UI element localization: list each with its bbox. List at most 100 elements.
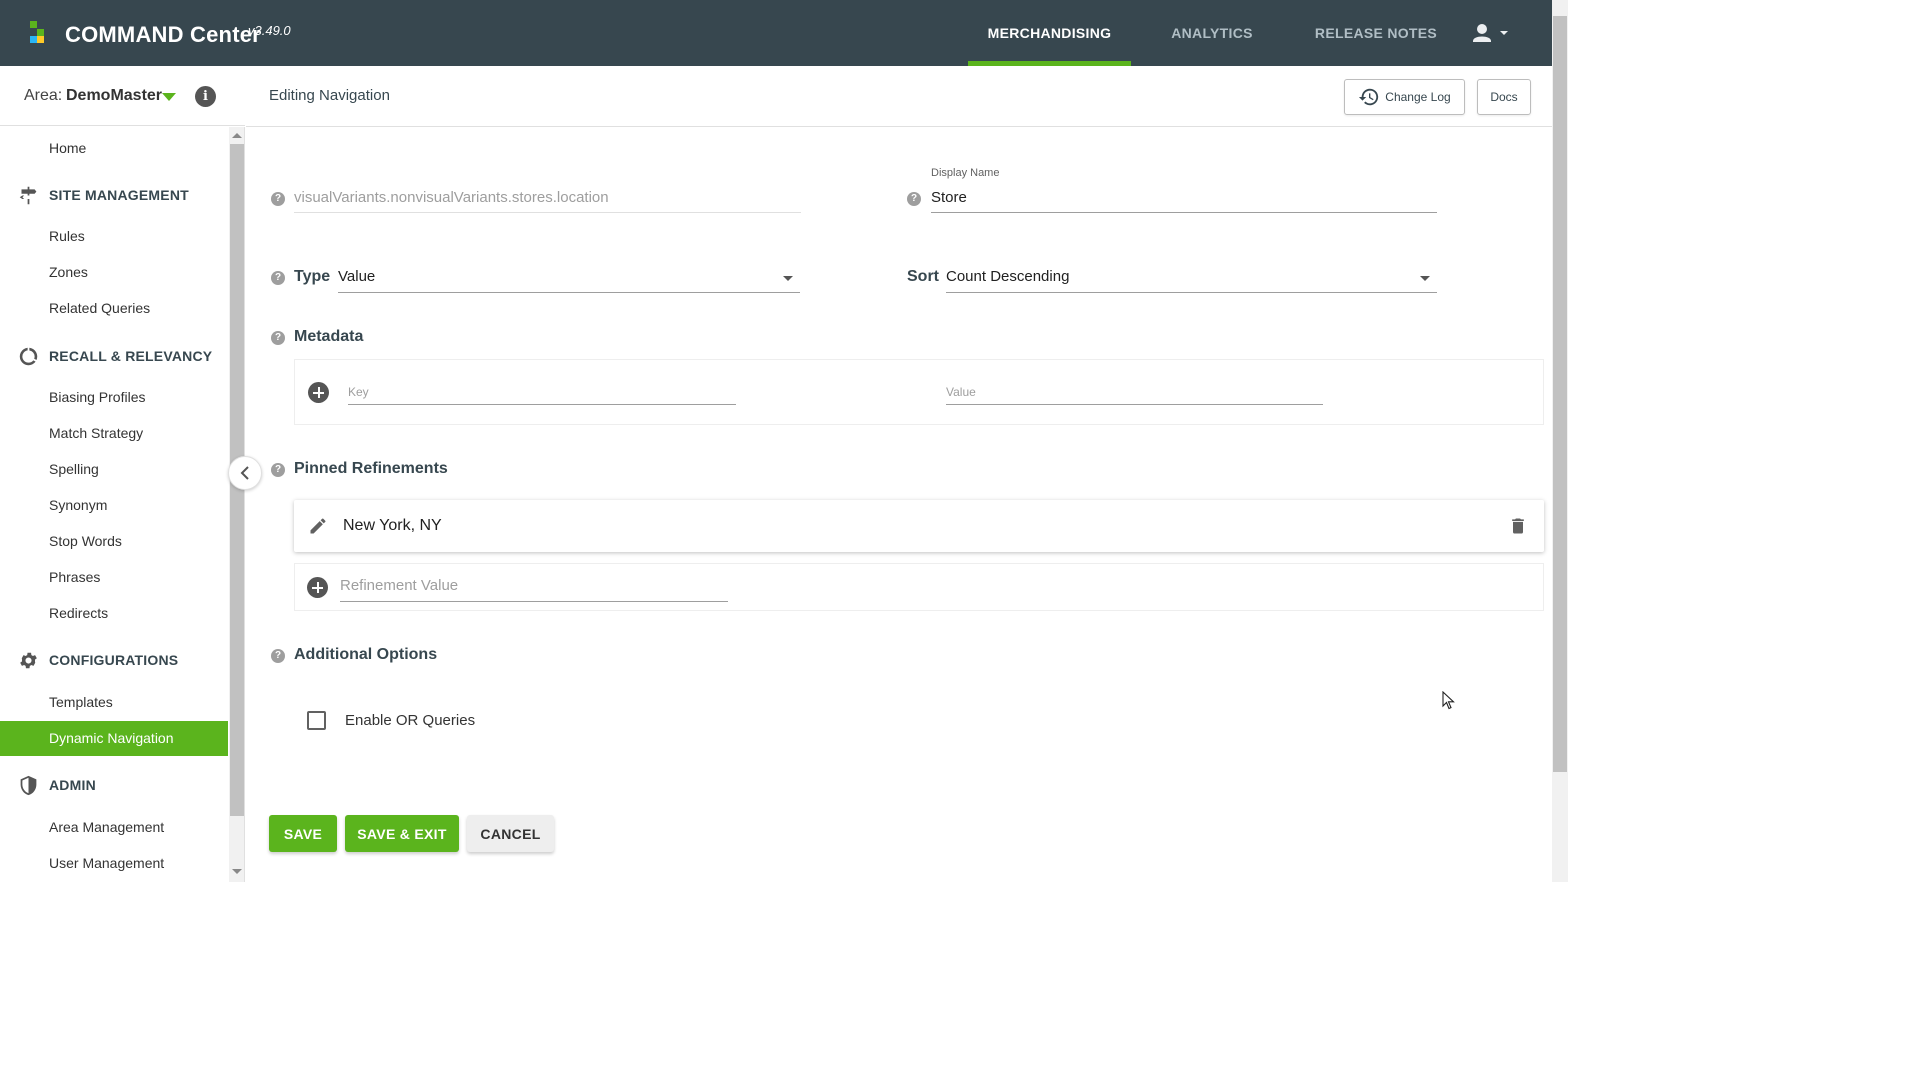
- sidebar-section-label: SITE MANAGEMENT: [49, 187, 189, 203]
- sidebar-item-redirects[interactable]: Redirects: [0, 596, 228, 631]
- metadata-value-underline: [946, 404, 1323, 405]
- change-log-label: Change Log: [1385, 90, 1451, 104]
- sort-underline: [946, 292, 1437, 293]
- docs-button[interactable]: Docs: [1477, 79, 1531, 115]
- nav-release-notes[interactable]: RELEASE NOTES: [1310, 0, 1442, 66]
- metadata-key-underline: [348, 404, 736, 405]
- enable-or-queries-checkbox[interactable]: [307, 711, 326, 730]
- dropdown-arrow-icon[interactable]: [1420, 276, 1430, 281]
- edit-icon[interactable]: [308, 516, 328, 536]
- enable-or-queries-label[interactable]: Enable OR Queries: [345, 712, 475, 729]
- gear-icon: [20, 652, 37, 669]
- sidebar-item-rules[interactable]: Rules: [0, 219, 228, 254]
- header-divider: [246, 126, 1552, 127]
- add-refinement-icon[interactable]: [307, 577, 328, 598]
- docs-label: Docs: [1490, 90, 1518, 104]
- help-icon[interactable]: ?: [907, 192, 921, 206]
- nav-analytics-label: ANALYTICS: [1171, 25, 1253, 41]
- sidebar: Home SITE MANAGEMENT Rules Zones Related…: [0, 127, 229, 882]
- save-button[interactable]: SAVE: [269, 815, 337, 852]
- area-label: Area:: [24, 87, 63, 104]
- metadata-key-input[interactable]: Key: [348, 385, 369, 399]
- help-icon[interactable]: ?: [271, 649, 285, 663]
- signpost-icon: [19, 186, 37, 205]
- page-scrollbar[interactable]: [1552, 0, 1568, 882]
- pinned-refinement-label: New York, NY: [343, 517, 442, 534]
- sidebar-item-match-strategy[interactable]: Match Strategy: [0, 416, 228, 451]
- user-icon: [1473, 24, 1508, 42]
- sidebar-item-user-management[interactable]: User Management: [0, 846, 228, 881]
- sidebar-item-stop-words[interactable]: Stop Words: [0, 524, 228, 559]
- app-version: v3.49.0: [248, 23, 291, 38]
- logo-icon: [28, 20, 48, 46]
- help-icon[interactable]: ?: [271, 463, 285, 477]
- page-scroll-thumb[interactable]: [1553, 16, 1567, 772]
- sidebar-item-area-management[interactable]: Area Management: [0, 810, 228, 845]
- sidebar-item-zones[interactable]: Zones: [0, 255, 228, 290]
- sidebar-item-phrases[interactable]: Phrases: [0, 560, 228, 595]
- type-underline: [338, 292, 800, 293]
- area-select[interactable]: DemoMaster: [66, 87, 162, 105]
- sidebar-section-label: CONFIGURATIONS: [49, 652, 179, 668]
- nav-active-indicator: [968, 61, 1131, 66]
- sidebar-item-biasing-profiles[interactable]: Biasing Profiles: [0, 380, 228, 415]
- caret-down-icon[interactable]: [162, 93, 176, 101]
- chevron-left-icon: [240, 466, 249, 480]
- nav-merchandising[interactable]: MERCHANDISING: [968, 0, 1131, 66]
- dropdown-arrow-icon[interactable]: [783, 276, 793, 281]
- add-refinement-card: Refinement Value: [294, 563, 1544, 611]
- page-title: Editing Navigation: [269, 87, 390, 104]
- field-name-input: visualVariants.nonvisualVariants.stores.…: [294, 189, 609, 206]
- nav-merchandising-label: MERCHANDISING: [987, 25, 1112, 41]
- additional-options-title: Additional Options: [294, 646, 438, 663]
- help-icon[interactable]: ?: [271, 271, 285, 285]
- sidebar-item-synonym[interactable]: Synonym: [0, 488, 228, 523]
- sort-select[interactable]: Count Descending: [946, 268, 1437, 290]
- pinned-refinements-title: Pinned Refinements: [294, 460, 448, 477]
- top-bar: COMMAND Center v3.49.0 MERCHANDISING ANA…: [0, 0, 1552, 66]
- sidebar-section-recall-relevancy: RECALL & RELEVANCY: [0, 341, 228, 371]
- scroll-up-icon[interactable]: [232, 133, 242, 138]
- save-exit-button[interactable]: SAVE & EXIT: [345, 815, 459, 852]
- pinned-refinement-item: New York, NY: [294, 500, 1544, 552]
- type-select[interactable]: Value: [338, 268, 800, 290]
- mouse-cursor-icon: [1442, 691, 1455, 710]
- sidebar-section-admin: ADMIN: [0, 770, 228, 800]
- user-menu[interactable]: [1470, 20, 1514, 46]
- scroll-down-icon[interactable]: [232, 869, 242, 874]
- display-name-label: Display Name: [931, 167, 1000, 179]
- sidebar-item-templates[interactable]: Templates: [0, 685, 228, 720]
- app-title: COMMAND Center: [65, 22, 261, 47]
- history-icon: [1359, 88, 1379, 106]
- sidebar-scrollbar[interactable]: [229, 127, 245, 882]
- display-name-input[interactable]: Store: [931, 189, 967, 206]
- chevron-down-icon: [1500, 31, 1508, 35]
- nav-analytics[interactable]: ANALYTICS: [1160, 0, 1264, 66]
- metadata-title: Metadata: [294, 328, 364, 345]
- refinement-value-input[interactable]: Refinement Value: [340, 577, 458, 594]
- collapse-sidebar-button[interactable]: [228, 456, 262, 490]
- sidebar-item-spelling[interactable]: Spelling: [0, 452, 228, 487]
- info-icon[interactable]: i: [195, 86, 216, 107]
- cancel-button[interactable]: CANCEL: [467, 815, 554, 852]
- display-name-underline: [931, 212, 1437, 213]
- nav-release-notes-label: RELEASE NOTES: [1314, 25, 1438, 41]
- donut-icon: [19, 347, 38, 366]
- field-name-underline: [294, 212, 801, 213]
- sidebar-item-dynamic-navigation[interactable]: Dynamic Navigation: [0, 721, 228, 756]
- refinement-value-underline: [340, 601, 728, 602]
- sidebar-item-related-queries[interactable]: Related Queries: [0, 291, 228, 326]
- type-label: Type: [294, 268, 331, 285]
- sidebar-section-label: ADMIN: [49, 777, 96, 793]
- sidebar-section-label: RECALL & RELEVANCY: [49, 348, 213, 364]
- help-icon[interactable]: ?: [271, 192, 285, 206]
- trash-icon[interactable]: [1508, 516, 1528, 536]
- sort-label: Sort: [907, 268, 939, 285]
- metadata-value-input[interactable]: Value: [946, 385, 976, 399]
- sidebar-section-configurations: CONFIGURATIONS: [0, 645, 228, 675]
- change-log-button[interactable]: Change Log: [1344, 79, 1465, 115]
- sidebar-section-site-management: SITE MANAGEMENT: [0, 180, 228, 210]
- add-metadata-icon[interactable]: [308, 382, 329, 403]
- help-icon[interactable]: ?: [271, 331, 285, 345]
- sidebar-item-home[interactable]: Home: [0, 131, 228, 166]
